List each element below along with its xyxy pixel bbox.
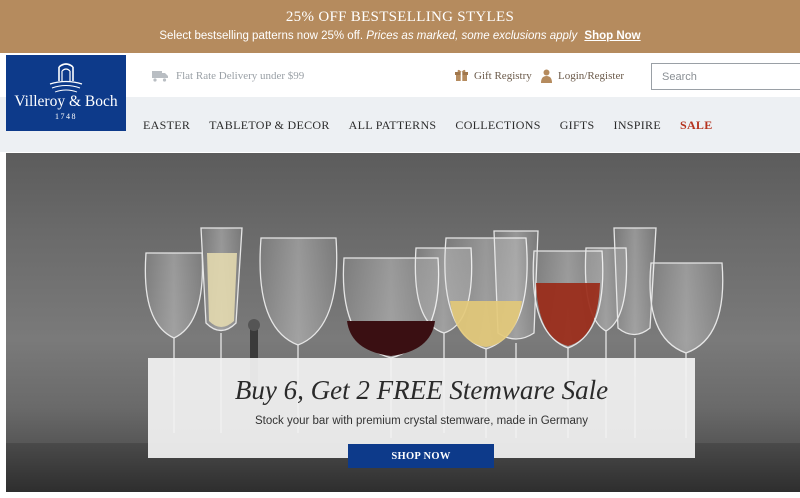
delivery-text: Flat Rate Delivery under $99 xyxy=(176,70,305,82)
main-nav: EASTER TABLETOP & DECOR ALL PATTERNS COL… xyxy=(143,118,713,133)
brand-logo[interactable]: Villeroy & Boch 1748 xyxy=(6,55,126,131)
promo-note: Prices as marked, some exclusions apply xyxy=(366,30,578,42)
hero-subtitle: Stock your bar with premium crystal stem… xyxy=(255,415,588,427)
gift-registry-label: Gift Registry xyxy=(474,69,532,82)
truck-icon xyxy=(152,71,168,82)
nav-item-tabletop-decor[interactable]: TABLETOP & DECOR xyxy=(209,118,330,133)
promo-shop-now-link[interactable]: Shop Now xyxy=(584,30,640,42)
brand-name: Villeroy & Boch xyxy=(14,93,118,110)
hero-overlay-box: Buy 6, Get 2 FREE Stemware Sale Stock yo… xyxy=(148,358,695,458)
nav-item-sale[interactable]: SALE xyxy=(680,118,713,133)
search-input[interactable] xyxy=(651,63,800,90)
hero-title: Buy 6, Get 2 FREE Stemware Sale xyxy=(234,375,609,405)
shop-now-button[interactable]: SHOP NOW xyxy=(348,444,494,468)
nav-item-easter[interactable]: EASTER xyxy=(143,118,190,133)
nav-item-all-patterns[interactable]: ALL PATTERNS xyxy=(349,118,437,133)
nav-item-collections[interactable]: COLLECTIONS xyxy=(455,118,540,133)
promo-subtitle-text: Select bestselling patterns now 25% off. xyxy=(159,30,364,42)
site-header: Villeroy & Boch 1748 Flat Rate Delivery … xyxy=(0,53,800,152)
promo-subtitle: Select bestselling patterns now 25% off.… xyxy=(0,30,800,42)
brand-year: 1748 xyxy=(55,112,77,121)
brand-logo-icon xyxy=(49,63,83,93)
promo-banner: 25% OFF BESTSELLING STYLES Select bestse… xyxy=(0,0,800,53)
gift-icon xyxy=(455,69,468,81)
nav-item-inspire[interactable]: INSPIRE xyxy=(614,118,661,133)
login-register-label: Login/Register xyxy=(558,70,624,82)
login-register-link[interactable]: Login/Register xyxy=(541,69,624,83)
user-icon xyxy=(541,69,552,83)
delivery-info[interactable]: Flat Rate Delivery under $99 xyxy=(152,70,304,82)
promo-title: 25% OFF BESTSELLING STYLES xyxy=(285,9,515,25)
nav-item-gifts[interactable]: GIFTS xyxy=(560,118,595,133)
gift-registry-link[interactable]: Gift Registry xyxy=(455,69,532,82)
